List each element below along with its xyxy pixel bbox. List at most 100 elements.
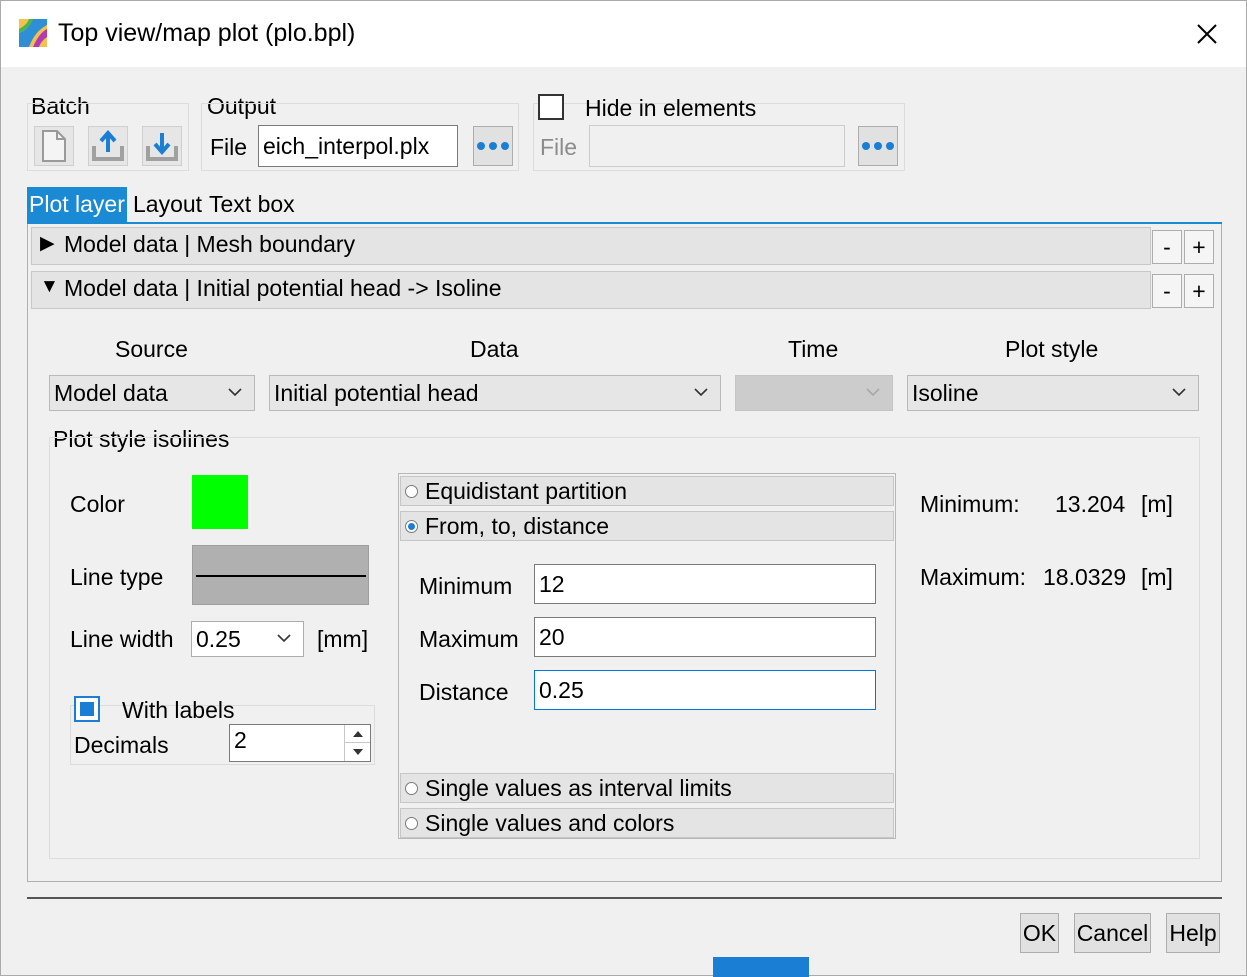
radio-label: Single values and colors [425,810,675,836]
maximum-label: Maximum [419,626,519,652]
distance-label: Distance [419,679,509,705]
close-icon [1197,24,1217,44]
download-icon [146,133,178,161]
maximum-input[interactable]: 20 [534,617,876,657]
color-label: Color [70,491,125,517]
with-labels-label: With labels [122,697,235,723]
output-file-label: File [210,134,248,160]
range-min-label: Minimum: [920,491,1020,517]
data-select-value: Initial potential head [274,380,479,406]
radio-equidistant-partition[interactable]: Equidistant partition [400,476,894,506]
range-max-unit: [m] [1141,564,1173,590]
chevron-down-icon [277,634,291,643]
range-min-unit: [m] [1141,491,1173,517]
time-select[interactable] [735,375,893,411]
hide-browse-button[interactable] [858,126,898,166]
layer-header-isoline[interactable]: ▼ Model data | Initial potential head ->… [31,271,1151,309]
tab-text-box[interactable]: Text box [207,187,297,222]
layer-add-button[interactable]: + [1184,230,1214,264]
new-file-icon [42,130,66,162]
output-browse-button[interactable] [473,126,513,166]
range-max-value: 18.0329 [1043,564,1127,590]
minimum-label: Minimum [419,573,513,599]
triangle-down-icon: ▼ [40,276,59,297]
radio-indicator [405,485,418,498]
plot-style-select-value: Isoline [912,380,979,406]
radio-label: From, to, distance [425,513,610,539]
map-plot-icon [19,19,47,47]
chevron-down-icon [1172,388,1186,397]
batch-upload-button[interactable] [88,126,128,166]
triangle-right-icon: ▶ [40,233,55,254]
layer-header-mesh-boundary[interactable]: ▶ Model data | Mesh boundary [31,227,1151,265]
layer-add-button[interactable]: + [1184,274,1214,308]
radio-indicator [405,782,418,795]
layer-label: Model data | Initial potential head -> I… [64,275,502,301]
range-max-label: Maximum: [920,564,1027,590]
dialog-window: Top view/map plot (plo.bpl) Batch Output… [0,0,1247,977]
minimum-input[interactable]: 12 [534,564,876,604]
hide-file-input[interactable] [589,125,845,167]
ellipsis-icon [874,142,882,150]
plot-style-header: Plot style [1005,336,1099,362]
color-swatch[interactable] [192,475,248,529]
close-button[interactable] [1181,13,1233,55]
radio-indicator [405,817,418,830]
title-bar: Top view/map plot (plo.bpl) [1,1,1246,67]
batch-download-button[interactable] [142,126,182,166]
chevron-down-icon [694,388,708,397]
caret-up-icon [352,730,363,737]
decimals-spinbox[interactable]: 2 [229,724,371,762]
layer-label: Model data | Mesh boundary [64,231,356,257]
output-file-input[interactable]: eich_interpol.plx [258,125,458,167]
chevron-down-icon [866,388,880,397]
footer-separator [27,897,1222,899]
radio-from-to-distance[interactable]: From, to, distance [400,511,894,541]
line-type-sample [196,575,366,577]
batch-new-button[interactable] [34,126,74,166]
line-type-label: Line type [70,564,164,590]
source-select-value: Model data [54,380,168,406]
decimals-value: 2 [234,727,247,753]
radio-indicator [405,520,418,533]
line-width-label: Line width [70,626,174,652]
decimals-label: Decimals [74,732,169,758]
background-window-fragment [713,957,809,977]
line-width-unit: [mm] [317,626,369,652]
ellipsis-icon [501,142,509,150]
line-type-picker[interactable] [192,545,369,605]
plot-style-select[interactable]: Isoline [907,375,1199,411]
hide-in-elements-checkbox[interactable] [538,94,564,120]
line-width-value: 0.25 [196,626,241,652]
range-min-value: 13.204 [1055,491,1126,517]
cancel-button[interactable]: Cancel [1074,913,1151,953]
hide-file-label: File [540,134,578,160]
tab-plot-layer[interactable]: Plot layer [27,187,127,222]
hide-in-elements-label: Hide in elements [585,95,757,121]
tab-layout[interactable]: Layout [131,187,204,222]
data-select[interactable]: Initial potential head [269,375,721,411]
line-width-select[interactable]: 0.25 [191,621,304,657]
time-header: Time [788,336,839,362]
source-select[interactable]: Model data [49,375,255,411]
ellipsis-icon [489,142,497,150]
spin-up-button[interactable] [345,725,370,743]
source-header: Source [115,336,188,362]
with-labels-checkbox[interactable] [74,696,100,722]
distance-input[interactable]: 0.25 [534,670,876,710]
caret-down-icon [352,749,363,755]
ok-button[interactable]: OK [1020,913,1059,953]
spin-down-button[interactable] [345,743,370,761]
ellipsis-icon [477,142,485,150]
layer-remove-button[interactable]: - [1152,230,1182,264]
layer-remove-button[interactable]: - [1152,274,1182,308]
radio-single-values-interval[interactable]: Single values as interval limits [400,773,894,803]
window-title: Top view/map plot (plo.bpl) [58,19,356,47]
chevron-down-icon [228,388,242,397]
ellipsis-icon [886,142,894,150]
ellipsis-icon [862,142,870,150]
help-button[interactable]: Help [1166,913,1220,953]
upload-icon [92,130,124,161]
radio-label: Equidistant partition [425,478,628,504]
radio-single-values-colors[interactable]: Single values and colors [400,808,894,838]
